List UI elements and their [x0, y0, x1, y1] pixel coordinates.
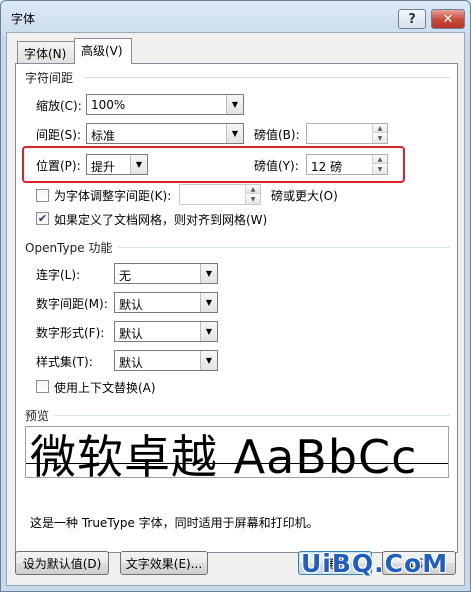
dialog-body: 字体(N) 高级(V) 字符间距 缩放(C): 100% ▼ 间距(S): 标准… — [6, 32, 465, 586]
kerning-suffix: 磅或更大(O) — [271, 189, 338, 203]
ligatures-select[interactable]: 无 ▼ — [114, 263, 218, 284]
stylistic-sets-select[interactable]: 默认 ▼ — [114, 350, 218, 371]
tab-font[interactable]: 字体(N) — [17, 41, 75, 63]
spin-down-icon[interactable]: ▼ — [372, 134, 387, 143]
stylistic-sets-label: 样式集(T): — [36, 355, 93, 369]
contextual-checkbox[interactable] — [36, 380, 49, 393]
section-opentype: OpenType 功能 — [25, 241, 113, 255]
font-dialog: 字体 ? ✕ 字体(N) 高级(V) 字符间距 缩放(C): 100% ▼ 间距… — [0, 0, 471, 592]
spacing-select[interactable]: 标准 ▼ — [86, 123, 244, 144]
window-title: 字体 — [11, 12, 36, 26]
section-character-spacing: 字符间距 — [25, 71, 74, 85]
preview-baseline — [26, 463, 448, 464]
kerning-label[interactable]: 为字体调整字间距(K): — [54, 187, 171, 204]
kerning-checkbox[interactable] — [36, 189, 49, 202]
spacing-value: 标准 — [91, 129, 116, 143]
divider — [84, 77, 450, 78]
checkmark-icon: ✔ — [37, 212, 48, 225]
preview-box: 微软卓越 AaBbCc — [25, 426, 449, 478]
divider — [118, 247, 450, 248]
scale-select[interactable]: 100% ▼ — [86, 94, 244, 115]
preview-caption: 这是一种 TrueType 字体，同时适用于屏幕和打印机。 — [30, 516, 319, 530]
spacing-label: 间距(S): — [36, 128, 82, 142]
advanced-panel: 字符间距 缩放(C): 100% ▼ 间距(S): 标准 ▼ 磅值(B): ▲ … — [15, 63, 458, 553]
spin-down-icon[interactable]: ▼ — [245, 195, 260, 204]
contextual-label[interactable]: 使用上下文替换(A) — [54, 379, 156, 396]
stylistic-sets-value: 默认 — [119, 356, 144, 370]
close-button[interactable]: ✕ — [431, 9, 465, 29]
preview-sample: 微软卓越 AaBbCc — [30, 430, 418, 478]
chevron-down-icon[interactable]: ▼ — [200, 293, 217, 312]
divider — [54, 415, 450, 416]
tab-advanced[interactable]: 高级(V) — [74, 38, 132, 64]
title-bar[interactable]: 字体 ? ✕ — [1, 1, 470, 31]
spacing-points-label: 磅值(B): — [254, 128, 300, 142]
chevron-down-icon[interactable]: ▼ — [226, 124, 243, 143]
question-icon: ? — [408, 11, 416, 27]
help-button[interactable]: ? — [398, 9, 426, 29]
scale-label: 缩放(C): — [36, 99, 82, 113]
number-spacing-select[interactable]: 默认 ▼ — [114, 292, 218, 313]
kerning-spinner[interactable]: ▲ ▼ — [179, 184, 261, 205]
spin-up-icon[interactable]: ▲ — [245, 185, 260, 194]
spacing-points-spinner[interactable]: ▲ ▼ — [306, 123, 388, 144]
close-icon: ✕ — [442, 11, 454, 27]
number-forms-label: 数字形式(F): — [36, 326, 105, 340]
chevron-down-icon[interactable]: ▼ — [200, 264, 217, 283]
grid-label[interactable]: 如果定义了文档网格，则对齐到网格(W) — [54, 211, 267, 228]
ligatures-label: 连字(L): — [36, 268, 81, 282]
spin-up-icon[interactable]: ▲ — [372, 124, 387, 133]
section-preview: 预览 — [25, 409, 50, 423]
number-forms-select[interactable]: 默认 ▼ — [114, 321, 218, 342]
chevron-down-icon[interactable]: ▼ — [226, 95, 243, 114]
ligatures-value: 无 — [119, 269, 132, 283]
set-default-button[interactable]: 设为默认值(D) — [15, 551, 109, 575]
grid-checkbox[interactable]: ✔ — [36, 212, 49, 225]
highlight-box — [22, 146, 405, 183]
chevron-down-icon[interactable]: ▼ — [200, 322, 217, 341]
watermark: UiBQ.CoM — [301, 549, 449, 578]
chevron-down-icon[interactable]: ▼ — [200, 351, 217, 370]
scale-value: 100% — [91, 98, 126, 112]
number-forms-value: 默认 — [119, 327, 144, 341]
number-spacing-label: 数字间距(M): — [36, 297, 108, 311]
text-effects-button[interactable]: 文字效果(E)... — [120, 551, 208, 575]
number-spacing-value: 默认 — [119, 298, 144, 312]
